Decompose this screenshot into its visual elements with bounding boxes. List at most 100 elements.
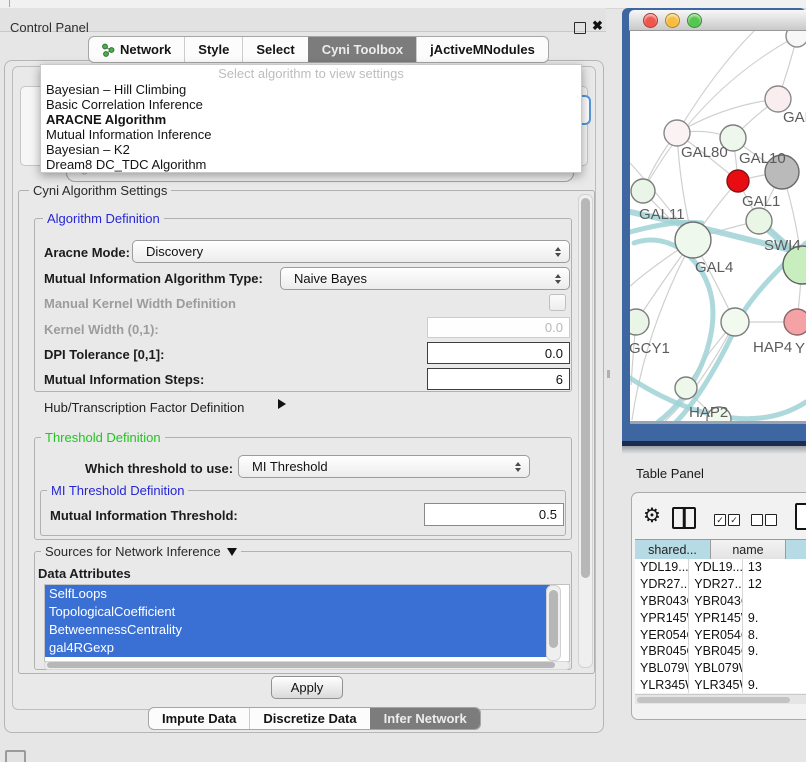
settings-scrollbar-track[interactable] bbox=[578, 194, 593, 668]
list-hscrollbar-thumb[interactable] bbox=[47, 662, 555, 668]
collapsed-panel-button[interactable] bbox=[5, 750, 26, 762]
table-row[interactable]: YBL079WYBL079W bbox=[635, 660, 806, 677]
data-attribute-item[interactable]: gal4RGexp bbox=[45, 639, 550, 657]
close-icon[interactable]: ✖ bbox=[592, 18, 603, 34]
zoom-button[interactable] bbox=[687, 13, 702, 28]
table-row[interactable]: YER054CYER054C8. bbox=[635, 626, 806, 643]
tab-label: Network bbox=[120, 42, 171, 57]
network-node[interactable] bbox=[746, 208, 772, 234]
table-row[interactable]: YBR045CYBR045C9. bbox=[635, 643, 806, 660]
table-row[interactable]: YDR27...YDR27...12 bbox=[635, 576, 806, 593]
table-column-header[interactable] bbox=[786, 540, 806, 559]
algorithm-option[interactable]: Mutual Information Inference bbox=[41, 127, 581, 142]
algorithm-option[interactable]: Bayesian – Hill Climbing bbox=[41, 82, 581, 97]
float-window-icon[interactable] bbox=[574, 22, 586, 34]
table-cell: YBR043C bbox=[635, 593, 689, 610]
tab-label: Cyni Toolbox bbox=[322, 42, 403, 57]
table-row[interactable]: YBR043CYBR043C bbox=[635, 593, 806, 610]
list-scrollbar-thumb[interactable] bbox=[549, 590, 558, 648]
gear-icon[interactable]: ⚙ bbox=[643, 503, 661, 528]
panel-resize-handle[interactable] bbox=[607, 370, 610, 378]
network-node[interactable] bbox=[631, 179, 655, 203]
network-node-label: GAL bbox=[783, 109, 806, 126]
settings-scrollbar-thumb[interactable] bbox=[581, 198, 590, 578]
data-attribute-item[interactable]: BetweennessCentrality bbox=[45, 621, 550, 639]
network-node[interactable] bbox=[675, 222, 711, 258]
checkbox-checked-icon[interactable]: ✓ bbox=[728, 514, 740, 526]
which-threshold-value: MI Threshold bbox=[252, 459, 328, 474]
tab-network[interactable]: Network bbox=[89, 37, 184, 62]
network-node[interactable] bbox=[784, 309, 806, 335]
manual-kernel-checkbox[interactable] bbox=[549, 294, 566, 311]
network-node-label: GAL11 bbox=[639, 206, 685, 223]
split-columns-icon[interactable] bbox=[672, 507, 696, 529]
tab-impute-data[interactable]: Impute Data bbox=[149, 708, 249, 729]
table-column-header[interactable]: shared... bbox=[635, 540, 711, 559]
network-window-titlebar[interactable] bbox=[629, 10, 806, 31]
algorithm-option[interactable]: Dream8 DC_TDC Algorithm bbox=[41, 157, 581, 172]
table-body: YDL19...YDL19...13YDR27...YDR27...12YBR0… bbox=[635, 559, 806, 693]
list-scrollbar-track[interactable] bbox=[546, 585, 561, 661]
kernel-width-label: Kernel Width (0,1): bbox=[44, 322, 159, 337]
checkbox-unchecked-icon[interactable] bbox=[751, 514, 763, 526]
table-cell: YER054C bbox=[635, 626, 689, 643]
network-tab-icon bbox=[102, 43, 115, 57]
close-button[interactable] bbox=[643, 13, 658, 28]
table-column-header[interactable]: name bbox=[711, 540, 786, 559]
network-node[interactable] bbox=[664, 120, 690, 146]
expand-arrow-icon[interactable] bbox=[278, 399, 286, 409]
checkbox-unchecked-icon[interactable] bbox=[765, 514, 777, 526]
table-row[interactable]: YDL19...YDL19...13 bbox=[635, 559, 806, 576]
table-cell: 9. bbox=[743, 609, 806, 626]
sources-title[interactable]: Sources for Network Inference bbox=[41, 544, 241, 559]
tab-label: Infer Network bbox=[384, 711, 467, 726]
table-hscrollbar-track[interactable] bbox=[635, 694, 806, 704]
table-header: shared...name bbox=[635, 539, 806, 560]
tab-style[interactable]: Style bbox=[184, 37, 242, 62]
hub-section-label[interactable]: Hub/Transcription Factor Definition bbox=[44, 400, 244, 415]
mi-threshold-definition-title: MI Threshold Definition bbox=[47, 483, 188, 498]
mi-threshold-label: Mutual Information Threshold: bbox=[50, 508, 238, 523]
table-cell: YBR043C bbox=[689, 593, 743, 610]
mi-threshold-field[interactable]: 0.5 bbox=[424, 503, 564, 526]
dpi-tolerance-field[interactable]: 0.0 bbox=[427, 342, 570, 364]
tab-select[interactable]: Select bbox=[242, 37, 307, 62]
network-edge bbox=[677, 31, 755, 133]
network-node[interactable] bbox=[727, 170, 749, 192]
algorithm-dropdown-popup: Select algorithm to view settings Bayesi… bbox=[40, 64, 582, 173]
data-attribute-item[interactable]: SelfLoops bbox=[45, 585, 550, 603]
data-attribute-item[interactable]: TopologicalCoefficient bbox=[45, 603, 550, 621]
table-cell bbox=[743, 660, 806, 677]
tab-label: Discretize Data bbox=[263, 711, 356, 726]
checkbox-checked-icon[interactable]: ✓ bbox=[714, 514, 726, 526]
network-node[interactable] bbox=[630, 309, 649, 335]
mi-type-combo[interactable]: Naive Bayes bbox=[280, 267, 570, 290]
minimize-button[interactable] bbox=[665, 13, 680, 28]
spinner-arrows-icon bbox=[515, 462, 521, 472]
mi-type-label: Mutual Information Algorithm Type: bbox=[44, 271, 263, 286]
file-icon[interactable] bbox=[795, 503, 806, 530]
network-canvas[interactable]: GALGAL80GAL10GAL1GAL11SWI4GAL4GCY1HAP4YH… bbox=[630, 31, 806, 421]
algorithm-option[interactable]: ARACNE Algorithm bbox=[41, 112, 581, 127]
apply-button[interactable]: Apply bbox=[271, 676, 343, 699]
table-row[interactable]: YLR345WYLR345W9. bbox=[635, 677, 806, 693]
table-row[interactable]: YPR145WYPR145W9. bbox=[635, 609, 806, 626]
which-threshold-combo[interactable]: MI Threshold bbox=[238, 455, 530, 478]
tab-infer-network[interactable]: Infer Network bbox=[370, 708, 480, 729]
mi-steps-field[interactable]: 6 bbox=[427, 368, 570, 390]
aracne-mode-combo[interactable]: Discovery bbox=[132, 240, 570, 263]
table-cell: YDR27... bbox=[635, 576, 689, 593]
algorithm-option[interactable]: Bayesian – K2 bbox=[41, 142, 581, 157]
list-hscrollbar-track[interactable] bbox=[44, 661, 570, 670]
tab-label: Style bbox=[198, 42, 229, 57]
network-node[interactable] bbox=[675, 377, 697, 399]
table-hscrollbar-thumb[interactable] bbox=[637, 697, 790, 703]
table-cell: YLR345W bbox=[689, 677, 743, 693]
network-node[interactable] bbox=[786, 31, 806, 47]
kernel-width-field[interactable]: 0.0 bbox=[427, 317, 570, 338]
tab-jactivemnodules[interactable]: jActiveMNodules bbox=[416, 37, 548, 62]
algorithm-option[interactable]: Basic Correlation Inference bbox=[41, 97, 581, 112]
network-node[interactable] bbox=[721, 308, 749, 336]
tab-cyni-toolbox[interactable]: Cyni Toolbox bbox=[308, 37, 416, 62]
tab-discretize-data[interactable]: Discretize Data bbox=[249, 708, 369, 729]
